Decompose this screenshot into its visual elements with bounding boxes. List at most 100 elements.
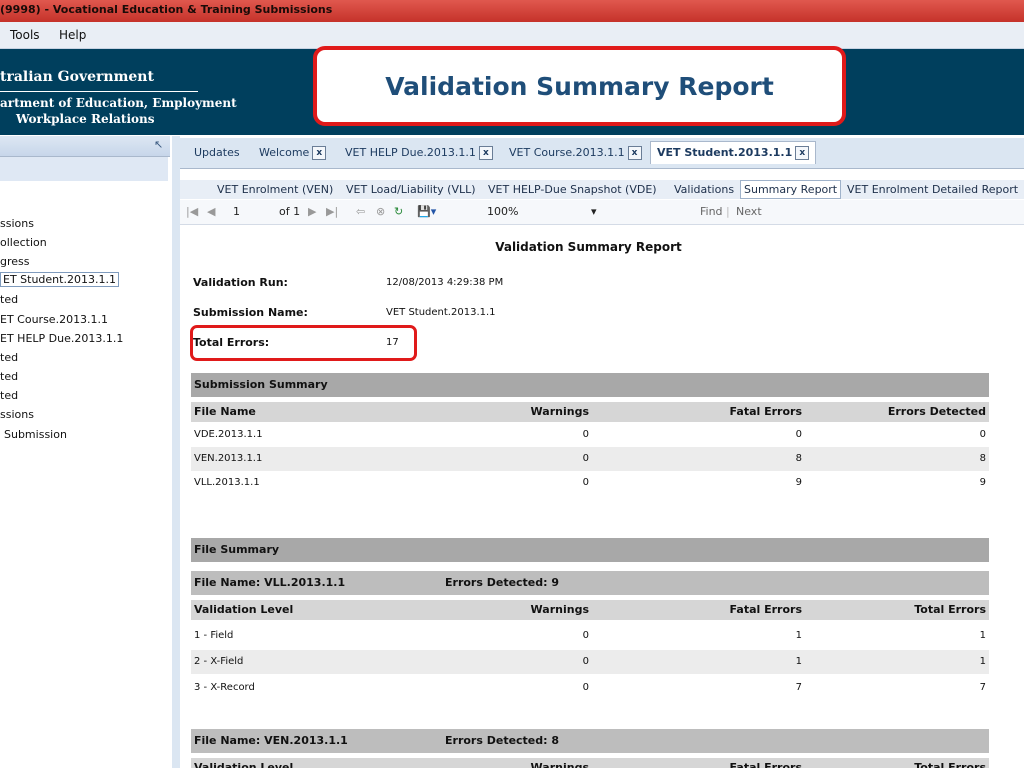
file-ven-header: File Name: VEN.2013.1.1 Errors Detected:…: [191, 729, 989, 753]
tree-item[interactable]: ET Course.2013.1.1: [0, 313, 108, 326]
submission-name-label: Submission Name:: [193, 306, 308, 319]
cell: VEN.2013.1.1: [194, 453, 263, 464]
validation-run-value: 12/08/2013 4:29:38 PM: [386, 277, 504, 288]
separator: |: [726, 205, 730, 218]
col-warnings: Warnings: [530, 761, 589, 768]
file-ven-columns: Validation Level Warnings Fatal Errors T…: [191, 758, 989, 768]
tree-item[interactable]: ted: [0, 293, 18, 306]
first-page-icon[interactable]: |◀: [186, 205, 198, 218]
cell: 1: [795, 656, 802, 667]
tab-updates[interactable]: Updates: [194, 146, 240, 159]
file-vll-detected: Errors Detected: 9: [445, 576, 560, 589]
tab-label: VET Student.2013.1.1: [657, 146, 793, 159]
tab-vet-help-due[interactable]: VET HELP Due.2013.1.1 x: [345, 146, 493, 160]
col-fatal-errors: Fatal Errors: [729, 603, 802, 616]
tab-label: Welcome: [259, 146, 310, 159]
report-body: Validation Summary Report Validation Run…: [181, 226, 1024, 768]
cell: 1 - Field: [194, 630, 234, 641]
cell: 8: [979, 453, 986, 464]
cell: VLL.2013.1.1: [194, 477, 260, 488]
col-warnings: Warnings: [530, 405, 589, 418]
last-page-icon[interactable]: ▶|: [326, 205, 338, 218]
tree-item-selected[interactable]: ET Student.2013.1.1: [0, 272, 119, 287]
tree-item[interactable]: ted: [0, 351, 18, 364]
report-tabs: VET Enrolment (VEN) VET Load/Liability (…: [180, 180, 1024, 199]
splitter[interactable]: [172, 136, 180, 768]
file-vll-columns: Validation Level Warnings Fatal Errors T…: [191, 600, 989, 620]
table-row: VLL.2013.1.1 0 9 9: [191, 471, 989, 495]
window-title-bar: (9998) - Vocational Education & Training…: [0, 0, 1024, 22]
submission-name-value: VET Student.2013.1.1: [386, 307, 496, 318]
report-callout: Validation Summary Report: [313, 46, 846, 126]
tab-welcome[interactable]: Welcome x: [259, 146, 327, 160]
zoom-select[interactable]: 100%: [487, 205, 518, 218]
col-total-errors: Total Errors: [914, 761, 986, 768]
tree-item[interactable]: ted: [0, 389, 18, 402]
cell: 1: [979, 630, 986, 641]
close-icon[interactable]: x: [627, 146, 642, 160]
cell: 9: [795, 477, 802, 488]
next-link[interactable]: Next: [736, 205, 762, 218]
tab-label: VET Course.2013.1.1: [509, 146, 625, 159]
tab-enrolment-detailed[interactable]: VET Enrolment Detailed Report: [847, 183, 1018, 196]
table-row: 3 - X-Record 0 7 7: [191, 676, 989, 700]
tab-vet-course[interactable]: VET Course.2013.1.1 x: [509, 146, 642, 160]
gov-line-3: Workplace Relations: [16, 112, 155, 126]
document-tabs: Updates Welcome x VET HELP Due.2013.1.1 x …: [180, 138, 1024, 169]
cell: 9: [979, 477, 986, 488]
submission-summary-columns: File Name Warnings Fatal Errors Errors D…: [191, 402, 989, 422]
menu-tools[interactable]: Tools: [10, 28, 40, 42]
tab-vde[interactable]: VET HELP-Due Snapshot (VDE): [488, 183, 657, 196]
export-icon[interactable]: 💾▾: [417, 205, 436, 218]
stop-icon[interactable]: ⊗: [376, 205, 385, 218]
file-ven-name: File Name: VEN.2013.1.1: [194, 734, 348, 747]
tab-summary-report[interactable]: Summary Report: [740, 180, 842, 199]
cell: 0: [979, 429, 986, 440]
refresh-icon[interactable]: ↻: [394, 205, 403, 218]
page-count: of 1: [279, 205, 301, 218]
file-vll-header: File Name: VLL.2013.1.1 Errors Detected:…: [191, 571, 989, 595]
report-toolbar: |◀ ◀ 1 of 1 ▶ ▶| ⇦ ⊗ ↻ 💾▾ 100% ▾ Find | …: [180, 200, 1024, 225]
back-icon[interactable]: ⇦: [356, 205, 365, 218]
next-page-icon[interactable]: ▶: [308, 205, 316, 218]
cell: 0: [582, 477, 589, 488]
pin-icon[interactable]: ↖: [154, 139, 166, 151]
tree-item[interactable]: Submission: [4, 428, 67, 441]
col-fatal-errors: Fatal Errors: [729, 405, 802, 418]
cell: 0: [582, 453, 589, 464]
callout-title: Validation Summary Report: [385, 72, 774, 101]
close-icon[interactable]: x: [478, 146, 493, 160]
col-fatal-errors: Fatal Errors: [729, 761, 802, 768]
gov-line-1: tralian Government: [0, 69, 154, 85]
tree-item[interactable]: ted: [0, 370, 18, 383]
total-errors-highlight: [190, 325, 417, 361]
table-row: VDE.2013.1.1 0 0 0: [191, 423, 989, 447]
col-errors-detected: Errors Detected: [887, 405, 986, 418]
menu-help[interactable]: Help: [59, 28, 86, 42]
tab-vet-student[interactable]: VET Student.2013.1.1 x: [650, 141, 817, 164]
tree-item[interactable]: ollection: [0, 236, 47, 249]
tab-validations[interactable]: Validations: [674, 183, 734, 196]
find-link[interactable]: Find: [700, 205, 723, 218]
prev-page-icon[interactable]: ◀: [207, 205, 215, 218]
tree-item[interactable]: ssions: [0, 408, 34, 421]
navigation-panel: ↖ ssions ollection gress ET Student.2013…: [0, 136, 173, 768]
cell: 1: [979, 656, 986, 667]
file-vll-name: File Name: VLL.2013.1.1: [194, 576, 346, 589]
tree-item[interactable]: gress: [0, 255, 30, 268]
page-number-input[interactable]: 1: [233, 205, 240, 218]
tree-item[interactable]: ssions: [0, 217, 34, 230]
close-icon[interactable]: x: [312, 146, 327, 160]
tab-label: VET HELP Due.2013.1.1: [345, 146, 476, 159]
chevron-down-icon[interactable]: ▾: [591, 205, 597, 218]
tab-ven[interactable]: VET Enrolment (VEN): [217, 183, 333, 196]
tab-vll[interactable]: VET Load/Liability (VLL): [346, 183, 476, 196]
table-row: VEN.2013.1.1 0 8 8: [191, 447, 989, 471]
col-total-errors: Total Errors: [914, 603, 986, 616]
close-icon[interactable]: x: [795, 146, 810, 160]
cell: VDE.2013.1.1: [194, 429, 263, 440]
window-title: (9998) - Vocational Education & Training…: [0, 3, 333, 16]
gov-line-2: artment of Education, Employment: [0, 96, 237, 110]
cell: 8: [795, 453, 802, 464]
tree-item[interactable]: ET HELP Due.2013.1.1: [0, 332, 123, 345]
